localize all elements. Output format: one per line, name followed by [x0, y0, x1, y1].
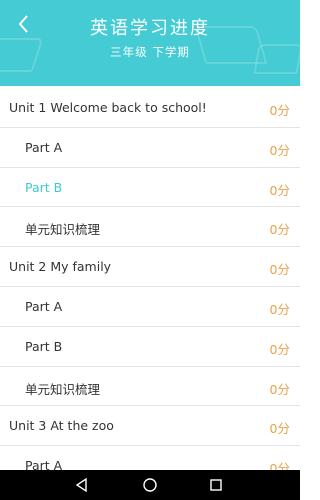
page-title: 英语学习进度: [90, 18, 210, 39]
triangle-back-icon: [75, 477, 87, 493]
score-value: 0分: [269, 142, 290, 158]
page-subtitle: 三年级 下学期: [110, 45, 190, 59]
progress-list: Unit 1 Welcome back to school! 0分 Part A…: [0, 88, 300, 470]
list-item-unit[interactable]: Unit 3 At the zoo 0分: [0, 406, 300, 447]
list-item-label: 单元知识梳理: [25, 222, 101, 238]
list-item-part[interactable]: Part A 0分: [0, 287, 300, 327]
score-value: 0分: [269, 341, 290, 357]
score-value: 0分: [269, 461, 290, 470]
system-nav-bar: [0, 470, 300, 500]
score-value: 0分: [269, 262, 290, 278]
nav-home-button[interactable]: [130, 470, 170, 500]
list-item-part[interactable]: Part B 0分: [0, 327, 300, 367]
score-value: 0分: [269, 421, 290, 437]
circle-home-icon: [143, 478, 157, 492]
nav-recent-button[interactable]: [196, 470, 236, 500]
score-value: 0分: [269, 222, 290, 238]
list-item-label: Part A: [25, 139, 63, 155]
list-item-unit[interactable]: Unit 2 My family 0分: [0, 247, 300, 287]
list-item-label: Unit 2 My family: [9, 259, 112, 275]
list-item-part-active[interactable]: Part B 0分: [0, 168, 300, 208]
score-value: 0分: [269, 301, 290, 317]
app-header: 英语学习进度 三年级 下学期: [0, 0, 300, 86]
list-item-part[interactable]: 单元知识梳理 0分: [0, 207, 300, 248]
list-item-unit[interactable]: Unit 1 Welcome back to school! 0分: [0, 88, 300, 128]
nav-back-button[interactable]: [62, 470, 102, 500]
list-item-label: Part B: [25, 179, 63, 195]
score-value: 0分: [269, 103, 290, 118]
list-item-label: Part B: [25, 338, 63, 354]
list-item-label: 单元知识梳理: [25, 381, 101, 397]
list-item-label: Part A: [25, 458, 63, 470]
list-item-label: Part A: [25, 298, 63, 314]
square-recent-icon: [210, 479, 222, 491]
list-item-label: Unit 3 At the zoo: [9, 418, 114, 434]
list-item-part[interactable]: Part A 0分: [0, 128, 300, 168]
score-value: 0分: [269, 182, 290, 198]
list-item-part[interactable]: Part A 0分: [0, 446, 300, 470]
list-item-part[interactable]: 单元知识梳理 0分: [0, 367, 300, 407]
list-item-label: Unit 1 Welcome back to school!: [9, 100, 207, 115]
score-value: 0分: [269, 381, 290, 397]
